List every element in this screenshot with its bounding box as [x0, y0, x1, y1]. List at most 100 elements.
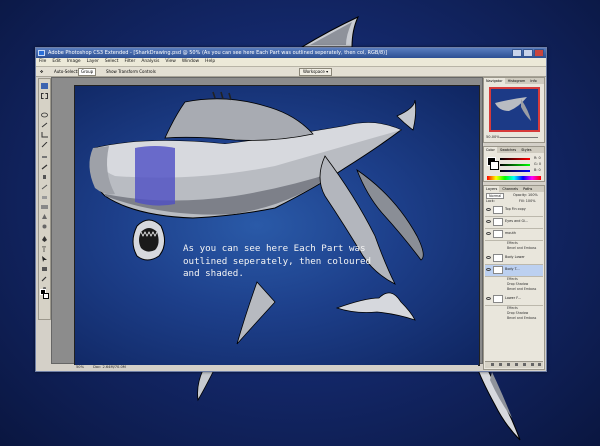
shape-tool[interactable]: [41, 257, 48, 271]
layer-effect[interactable]: Effects: [485, 306, 543, 310]
history-brush-tool[interactable]: [41, 175, 48, 190]
slice-tool[interactable]: [41, 133, 48, 148]
layer-row[interactable]: Body Lower: [485, 253, 543, 265]
red-value[interactable]: R: 0: [534, 156, 541, 160]
fill-field[interactable]: Fill: 100%: [519, 199, 535, 203]
layer-effect[interactable]: Bevel and Emboss: [485, 246, 543, 250]
menu-layer[interactable]: Layer: [87, 58, 99, 66]
menu-edit[interactable]: Edit: [52, 58, 61, 66]
tab-navigator[interactable]: Navigator: [484, 78, 505, 84]
layer-row-selected[interactable]: Body T...: [485, 265, 543, 277]
layer-thumbnail: [493, 295, 503, 303]
navigator-zoom-slider[interactable]: [500, 137, 538, 138]
eyedropper-tool[interactable]: [41, 267, 48, 282]
tab-color[interactable]: Color: [484, 147, 497, 153]
zoom-level[interactable]: 50%: [76, 365, 84, 369]
blue-value[interactable]: B: 0: [534, 168, 541, 172]
layer-effect[interactable]: Bevel and Emboss: [485, 316, 543, 320]
layer-thumbnail: [493, 206, 503, 214]
new-layer-icon[interactable]: [531, 363, 534, 366]
trash-icon[interactable]: [538, 363, 541, 366]
workspace-button[interactable]: Workspace ▾: [299, 68, 333, 76]
type-tool[interactable]: T: [41, 237, 48, 254]
maximize-button[interactable]: [523, 49, 533, 57]
green-value[interactable]: G: 0: [534, 162, 541, 166]
tab-layers[interactable]: Layers: [484, 186, 500, 192]
marquee-tool[interactable]: [41, 93, 48, 99]
move-tool[interactable]: [41, 83, 48, 89]
eye-icon[interactable]: [486, 268, 491, 271]
path-selection-tool[interactable]: [41, 247, 48, 262]
red-slider[interactable]: [500, 158, 530, 160]
healing-brush-tool[interactable]: [41, 145, 48, 158]
gradient-tool[interactable]: [41, 195, 48, 209]
layer-name: Body T...: [505, 267, 520, 271]
eye-icon[interactable]: [486, 220, 491, 223]
layer-row[interactable]: Eyes and Gi...: [485, 217, 543, 229]
status-bar: 50% Doc: 2.64M/70.0M: [74, 365, 478, 370]
layer-row[interactable]: Top Fin copy: [485, 205, 543, 217]
blue-slider[interactable]: [500, 170, 530, 172]
eye-icon[interactable]: [486, 232, 491, 235]
green-slider[interactable]: [500, 164, 530, 166]
menu-file[interactable]: File: [39, 58, 46, 66]
eye-icon[interactable]: [486, 297, 491, 300]
color-bg-swatch[interactable]: [490, 161, 499, 170]
menu-analysis[interactable]: Analysis: [141, 58, 159, 66]
menu-window[interactable]: Window: [182, 58, 199, 66]
hand-tool[interactable]: [41, 277, 48, 292]
magic-wand-tool[interactable]: [41, 113, 48, 128]
layer-mask-icon[interactable]: [507, 363, 510, 366]
auto-select-dropdown[interactable]: Group: [78, 68, 97, 76]
adjustment-layer-icon[interactable]: [515, 363, 518, 366]
clone-stamp-tool[interactable]: [41, 165, 48, 179]
layer-thumbnail: [493, 254, 503, 262]
layer-row[interactable]: mouth: [485, 229, 543, 241]
eye-icon[interactable]: [486, 256, 491, 259]
menu-select[interactable]: Select: [105, 58, 119, 66]
layer-options: Normal Opacity: 100% Lock: Fill: 100%: [485, 193, 543, 203]
tab-info[interactable]: Info: [528, 78, 538, 84]
background-color-swatch[interactable]: [43, 293, 49, 299]
menu-help[interactable]: Help: [205, 58, 215, 66]
close-button[interactable]: [534, 49, 544, 57]
blur-tool[interactable]: [41, 205, 48, 219]
color-ramp[interactable]: [487, 176, 541, 180]
tab-swatches[interactable]: Swatches: [498, 147, 518, 153]
lasso-tool[interactable]: [41, 103, 48, 118]
link-layers-icon[interactable]: [491, 363, 494, 366]
crop-tool[interactable]: [41, 123, 48, 138]
tab-histogram[interactable]: Histogram: [506, 78, 528, 84]
layer-effect[interactable]: Effects: [485, 277, 543, 281]
brush-tool[interactable]: [41, 155, 48, 170]
opacity-field[interactable]: Opacity: 100%: [513, 193, 538, 197]
move-tool-icon[interactable]: ✥: [40, 67, 43, 76]
eraser-tool[interactable]: [41, 185, 48, 199]
navigator-thumbnail[interactable]: [489, 87, 540, 132]
tab-paths[interactable]: Paths: [521, 186, 534, 192]
document-canvas[interactable]: As you can see here Each Part was outlin…: [74, 85, 480, 366]
menu-filter[interactable]: Filter: [124, 58, 135, 66]
menu-image[interactable]: Image: [67, 58, 81, 66]
show-transform-checkbox[interactable]: Show Transform Controls: [106, 67, 156, 76]
photoshop-window: Adobe Photoshop CS3 Extended - [SharkDra…: [35, 47, 547, 372]
tab-channels[interactable]: Channels: [500, 186, 520, 192]
dodge-tool[interactable]: [41, 215, 48, 229]
layer-style-icon[interactable]: [499, 363, 502, 366]
layer-effect[interactable]: Effects: [485, 241, 543, 245]
layer-effect[interactable]: Bevel and Emboss: [485, 287, 543, 291]
pen-tool[interactable]: [41, 227, 48, 242]
layer-effect[interactable]: Drop Shadow: [485, 282, 543, 286]
navigator-zoom[interactable]: 50.00%: [486, 135, 500, 139]
layer-effect[interactable]: Drop Shadow: [485, 311, 543, 315]
navigator-panel: Navigator Histogram Info 50.00%: [483, 77, 545, 143]
tab-styles[interactable]: Styles: [519, 147, 533, 153]
layer-name: mouth: [505, 231, 517, 235]
layer-row[interactable]: Lower F...: [485, 294, 543, 306]
caption-line: As you can see here Each Part was: [183, 243, 366, 254]
menu-view[interactable]: View: [165, 58, 175, 66]
new-group-icon[interactable]: [523, 363, 526, 366]
minimize-button[interactable]: [512, 49, 522, 57]
eye-icon[interactable]: [486, 208, 491, 211]
auto-select-checkbox[interactable]: Auto-Select:: [54, 67, 79, 76]
